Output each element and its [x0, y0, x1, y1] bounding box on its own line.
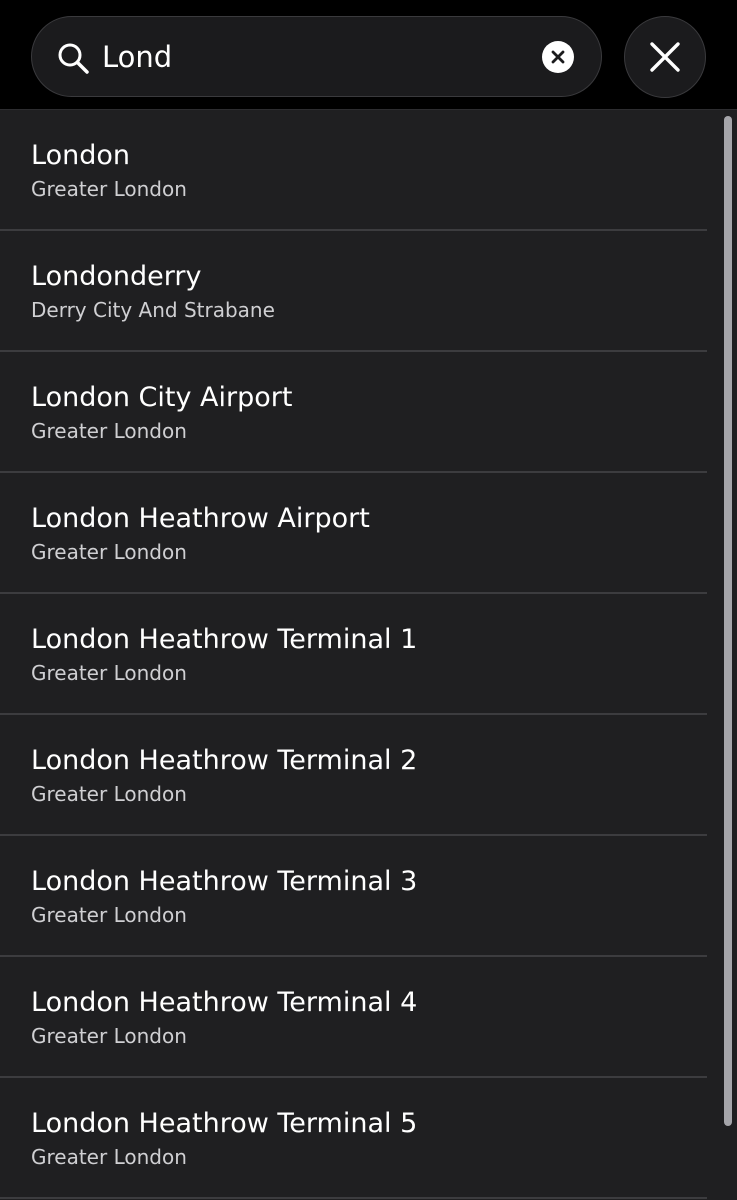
result-title: London Heathrow Terminal 2 — [31, 745, 418, 776]
search-results-list: London Greater London Londonderry Derry … — [0, 110, 737, 1200]
search-icon — [58, 43, 89, 74]
result-title: London Heathrow Terminal 5 — [31, 1108, 418, 1139]
result-title: London Heathrow Terminal 1 — [31, 624, 418, 655]
result-item-heathrow-terminal-1[interactable]: London Heathrow Terminal 1 Greater Londo… — [0, 594, 707, 715]
result-item-heathrow-terminal-4[interactable]: London Heathrow Terminal 4 Greater Londo… — [0, 957, 707, 1078]
result-item-london[interactable]: London Greater London — [0, 110, 707, 231]
search-header — [0, 0, 737, 110]
result-item-london-heathrow-airport[interactable]: London Heathrow Airport Greater London — [0, 473, 707, 594]
result-title: London — [31, 140, 130, 171]
result-subtitle: Greater London — [31, 419, 187, 443]
result-title: London Heathrow Airport — [31, 503, 370, 534]
result-item-heathrow-terminal-3[interactable]: London Heathrow Terminal 3 Greater Londo… — [0, 836, 707, 957]
clear-search-button[interactable] — [542, 41, 574, 73]
close-button[interactable] — [624, 16, 706, 98]
result-subtitle: Greater London — [31, 1145, 187, 1169]
result-subtitle: Greater London — [31, 903, 187, 927]
clear-circle-icon — [551, 50, 565, 64]
close-icon — [650, 42, 680, 72]
result-title: London City Airport — [31, 382, 293, 413]
result-item-londonderry[interactable]: Londonderry Derry City And Strabane — [0, 231, 707, 352]
result-item-heathrow-terminal-5[interactable]: London Heathrow Terminal 5 Greater Londo… — [0, 1078, 707, 1199]
result-subtitle: Greater London — [31, 177, 187, 201]
search-box[interactable] — [31, 16, 602, 97]
result-subtitle: Derry City And Strabane — [31, 298, 275, 322]
result-subtitle: Greater London — [31, 661, 187, 685]
result-item-heathrow-terminal-2[interactable]: London Heathrow Terminal 2 Greater Londo… — [0, 715, 707, 836]
location-search-screen: London Greater London Londonderry Derry … — [0, 0, 737, 1200]
result-title: London Heathrow Terminal 3 — [31, 866, 418, 897]
result-title: Londonderry — [31, 261, 202, 292]
result-subtitle: Greater London — [31, 782, 187, 806]
result-title: London Heathrow Terminal 4 — [31, 987, 418, 1018]
result-subtitle: Greater London — [31, 540, 187, 564]
result-item-london-city-airport[interactable]: London City Airport Greater London — [0, 352, 707, 473]
result-subtitle: Greater London — [31, 1024, 187, 1048]
results-scrollbar-thumb[interactable] — [724, 116, 732, 1126]
search-input[interactable] — [102, 35, 522, 79]
